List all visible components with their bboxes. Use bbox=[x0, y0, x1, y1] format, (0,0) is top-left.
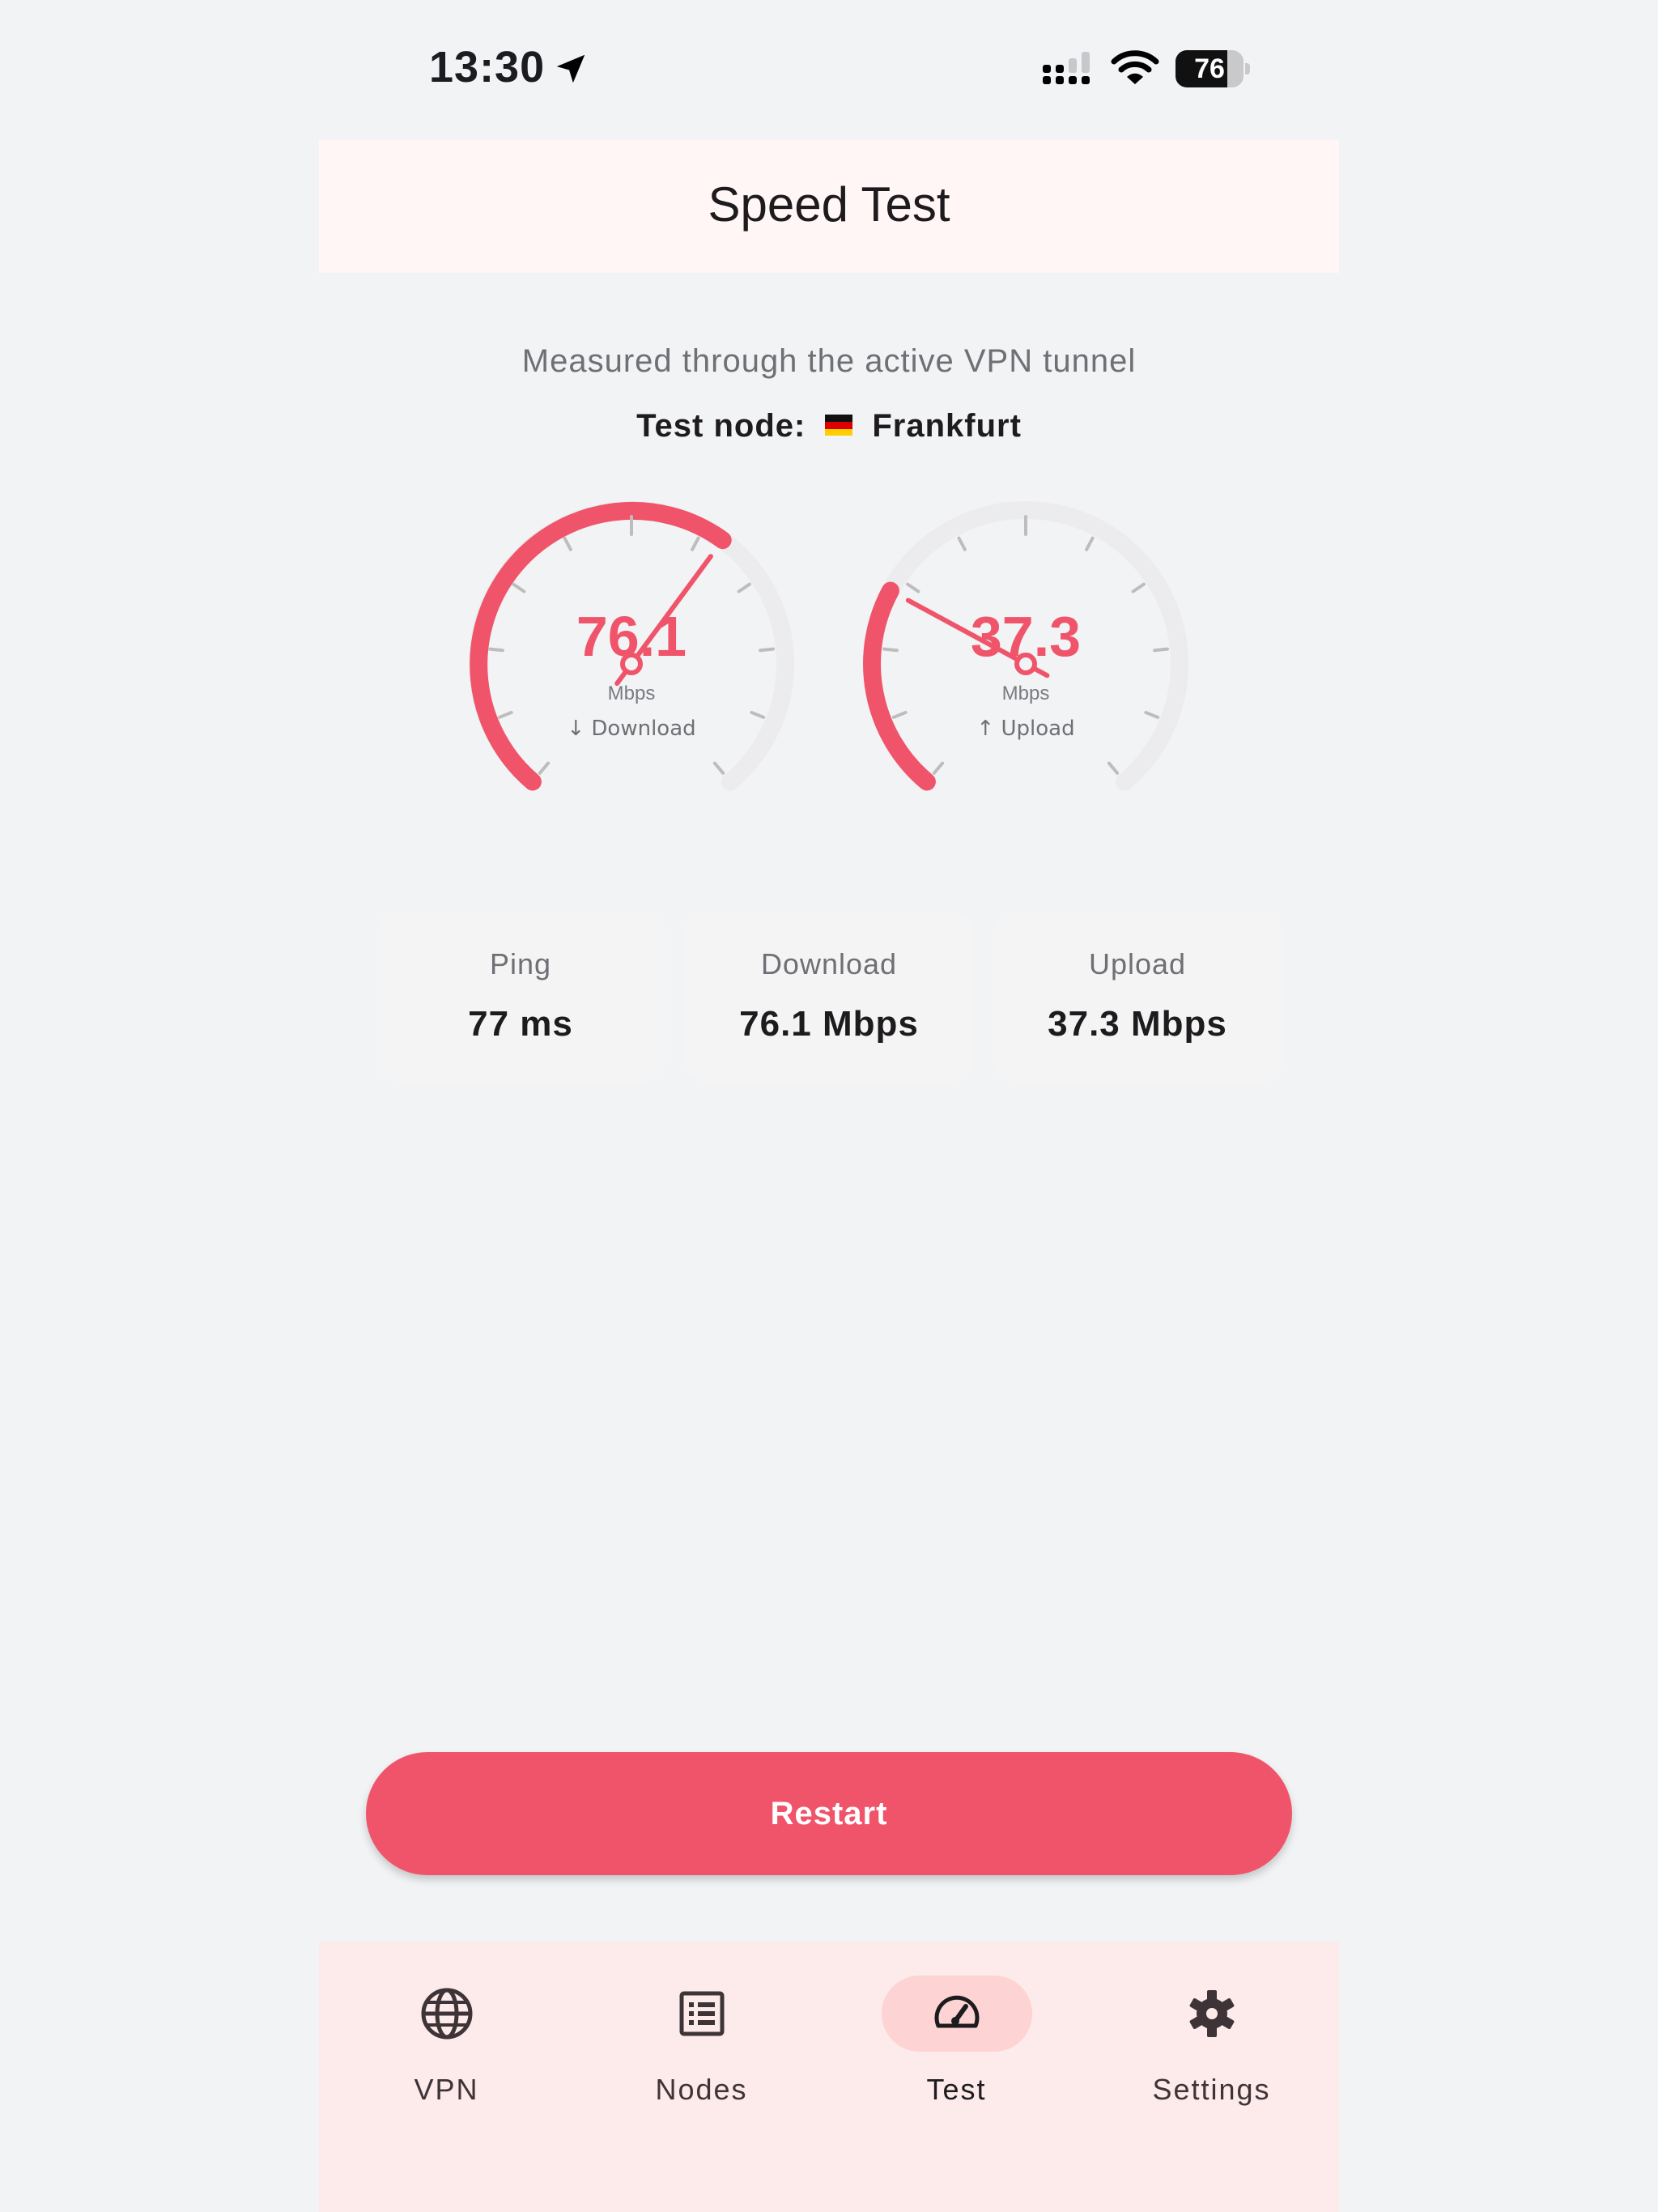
battery-icon: 76 bbox=[1175, 50, 1250, 87]
status-time: 13:30 bbox=[429, 43, 546, 91]
stat-label: Ping bbox=[489, 947, 552, 981]
nav-item-settings[interactable]: Settings bbox=[1084, 1976, 1339, 2106]
gauge-tick bbox=[512, 582, 526, 593]
battery-tip bbox=[1245, 63, 1250, 74]
app-bar: Speed Test bbox=[319, 140, 1339, 273]
gauge-tick bbox=[497, 710, 513, 719]
stat-value: 77 ms bbox=[468, 1004, 573, 1044]
stat-label: Download bbox=[760, 947, 898, 981]
stat-card-ping: Ping 77 ms bbox=[376, 912, 665, 1082]
nav-item-nodes[interactable]: Nodes bbox=[574, 1976, 829, 2106]
wifi-icon bbox=[1111, 50, 1159, 84]
gauge-tick bbox=[750, 710, 766, 719]
gear-icon bbox=[1189, 1990, 1234, 2037]
nav-icon-container bbox=[1137, 1976, 1287, 2052]
test-node-label: Test node: bbox=[636, 408, 806, 444]
gauge-tick bbox=[759, 647, 776, 653]
stat-label: Upload bbox=[1088, 947, 1187, 981]
nav-label: VPN bbox=[414, 2073, 479, 2106]
stat-value: 76.1 Mbps bbox=[739, 1004, 919, 1044]
page-title: Speed Test bbox=[708, 177, 950, 232]
gauge-tick bbox=[1107, 761, 1120, 775]
speedometer-icon bbox=[934, 1995, 979, 2028]
gauge-tick bbox=[712, 761, 725, 775]
status-bar: 13:30 76 bbox=[0, 0, 1658, 138]
gauge-tick bbox=[932, 761, 945, 775]
nav-icon-container bbox=[881, 1976, 1032, 2052]
gauge-tick bbox=[487, 647, 504, 653]
upload-gauge: 37.3 Mbps ↑ Upload bbox=[863, 501, 1188, 791]
gauge-tick bbox=[1085, 536, 1095, 551]
upload-gauge-label: ↑ Upload bbox=[976, 717, 1074, 741]
battery-level: 76 bbox=[1194, 53, 1225, 84]
download-gauge-hub bbox=[620, 653, 643, 675]
globe-icon bbox=[421, 1988, 472, 2040]
upload-gauge-progress bbox=[863, 581, 936, 791]
stat-value: 37.3 Mbps bbox=[1048, 1004, 1227, 1044]
nav-label: Test bbox=[926, 2073, 987, 2106]
gauge-tick bbox=[737, 582, 751, 593]
gauge-tick bbox=[957, 536, 967, 551]
nav-icon-container bbox=[627, 1976, 777, 2052]
nav-item-test[interactable]: Test bbox=[829, 1976, 1084, 2106]
download-gauge-label: ↓ Download bbox=[567, 717, 695, 741]
upload-gauge-hub bbox=[1014, 653, 1037, 675]
nav-icon-container bbox=[372, 1976, 522, 2052]
list-icon bbox=[679, 1991, 724, 2036]
subtitle: Measured through the active VPN tunnel bbox=[521, 343, 1137, 379]
gauge-tick bbox=[563, 536, 572, 551]
speed-gauges: 76.1 Mbps ↓ Download 37.3 Mbps ↑ Upload bbox=[437, 478, 1214, 818]
gauge-tick bbox=[1144, 710, 1160, 719]
gauge-tick bbox=[538, 761, 551, 775]
bottom-nav: VPN Nodes Test Settings bbox=[319, 1942, 1339, 2212]
gauge-tick bbox=[906, 582, 920, 593]
upload-gauge-unit: Mbps bbox=[1002, 683, 1050, 704]
gauge-tick bbox=[691, 536, 700, 551]
cellular-signal-icon bbox=[1043, 52, 1090, 84]
germany-flag-icon bbox=[825, 415, 853, 436]
location-arrow-icon bbox=[556, 54, 585, 83]
nav-label: Settings bbox=[1152, 2073, 1271, 2106]
test-node: Test node: Frankfurt bbox=[0, 408, 1658, 445]
gauge-tick bbox=[882, 647, 899, 653]
battery-body: 76 bbox=[1175, 50, 1244, 87]
restart-button[interactable]: Restart bbox=[366, 1752, 1292, 1875]
gauge-tick bbox=[1131, 582, 1146, 593]
nav-item-vpn[interactable]: VPN bbox=[319, 1976, 574, 2106]
gauge-tick bbox=[1153, 647, 1170, 653]
stat-card-download: Download 76.1 Mbps bbox=[685, 912, 973, 1082]
stat-card-upload: Upload 37.3 Mbps bbox=[993, 912, 1282, 1082]
test-node-name: Frankfurt bbox=[872, 408, 1022, 444]
download-gauge: 76.1 Mbps ↓ Download bbox=[469, 501, 794, 791]
nav-label: Nodes bbox=[655, 2073, 748, 2106]
download-gauge-unit: Mbps bbox=[608, 683, 656, 704]
gauge-tick bbox=[891, 710, 908, 719]
